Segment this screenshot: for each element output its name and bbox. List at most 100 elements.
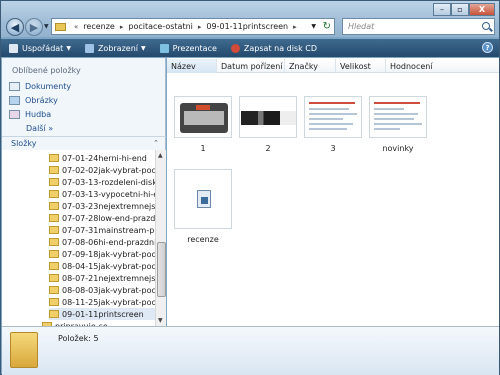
- search-input[interactable]: Hledat: [342, 18, 495, 35]
- keyboard-image: [180, 103, 228, 133]
- folder-item[interactable]: 07-03-13-rozdeleni-disk: [49, 176, 155, 188]
- folder-item[interactable]: 07-03-13-vypocetni-hi-e: [49, 188, 155, 200]
- favorite-documents[interactable]: Dokumenty: [9, 82, 71, 91]
- breadcrumb-item-recenze[interactable]: recenze: [83, 22, 115, 31]
- music-icon: [9, 110, 20, 119]
- slideshow-button[interactable]: Prezentace: [159, 43, 217, 53]
- folder-label: 08-08-03jak-vybrat-poc: [62, 285, 155, 295]
- folder-item[interactable]: 07-08-06hi-end-prazdni: [49, 236, 155, 248]
- folders-title: Složky: [11, 139, 37, 148]
- folder-item-selected[interactable]: 09-01-11printscreen: [49, 308, 155, 320]
- folder-label: 08-11-25jak-vybrat-poc: [62, 297, 155, 307]
- folders-header[interactable]: Složky ⌃: [2, 136, 166, 150]
- address-bar[interactable]: « recenze ▸ pocitace-ostatni ▸ 09-01-11p…: [51, 18, 335, 35]
- thumbnail-line: [309, 113, 357, 115]
- thumbnail-line: [309, 123, 353, 125]
- folder-item[interactable]: 07-07-31mainstream-pr: [49, 224, 155, 236]
- file-item[interactable]: recenze: [172, 169, 234, 244]
- folder-tree-scrollbar[interactable]: ▲ ▼: [155, 150, 166, 326]
- folder-label: 07-07-31mainstream-pr: [62, 225, 155, 235]
- scrollbar-thumb[interactable]: [157, 242, 166, 297]
- slideshow-label: Prezentace: [172, 43, 217, 53]
- folder-item[interactable]: 08-07-21nejextremnejsi-: [49, 272, 155, 284]
- organize-icon: [9, 43, 18, 53]
- column-header-tags[interactable]: Značky: [285, 59, 336, 73]
- burn-label: Zapsat na disk CD: [243, 43, 318, 53]
- toolbar: Uspořádat ▼ Zobrazení ▼ Prezentace Zapsa…: [1, 39, 499, 57]
- column-header-date[interactable]: Datum pořízení: [217, 59, 285, 73]
- favorites-more-link[interactable]: Další »: [26, 124, 53, 133]
- column-header-size[interactable]: Velikost: [336, 59, 386, 73]
- folder-icon: [49, 298, 59, 306]
- folder-item[interactable]: 08-11-25jak-vybrat-poc: [49, 296, 155, 308]
- file-label: novinky: [382, 144, 414, 153]
- thumbnail-line: [374, 113, 418, 115]
- file-item[interactable]: novinky: [367, 96, 429, 153]
- folder-label: 07-03-13-vypocetni-hi-e: [62, 189, 155, 199]
- item-count: Položek: 5: [58, 334, 99, 343]
- file-label: 1: [200, 144, 206, 153]
- organize-button[interactable]: Uspořádat ▼: [9, 43, 71, 53]
- folder-item[interactable]: 07-02-02jak-vybrat-poc: [49, 164, 155, 176]
- file-item[interactable]: 2: [237, 96, 299, 153]
- scroll-up-icon[interactable]: ▲: [158, 152, 163, 159]
- breadcrumb-item-current[interactable]: 09-01-11printscreen: [206, 22, 288, 31]
- close-button[interactable]: X: [469, 3, 495, 16]
- breadcrumb-separator-icon[interactable]: ▸: [293, 23, 297, 31]
- thumbnail-line: [309, 102, 355, 104]
- address-dropdown-icon[interactable]: ▼: [311, 23, 316, 30]
- breadcrumb-item-pocitace-ostatni[interactable]: pocitace-ostatni: [128, 22, 193, 31]
- file-item[interactable]: 1: [172, 96, 234, 153]
- folder-icon: [10, 332, 38, 368]
- folder-label: 07-02-02jak-vybrat-poc: [62, 165, 155, 175]
- breadcrumb: « recenze ▸ pocitace-ostatni ▸ 09-01-11p…: [69, 22, 302, 31]
- navigation-pane: Oblíbené položky Dokumenty Obrázky Hudba…: [2, 58, 166, 326]
- back-button[interactable]: ◀: [6, 18, 24, 36]
- column-header-rating[interactable]: Hodnocení: [386, 59, 499, 73]
- folder-icon: [49, 310, 59, 318]
- favorite-pictures[interactable]: Obrázky: [9, 96, 58, 105]
- file-list-pane: Název Datum pořízení Značky Velikost Hod…: [167, 58, 499, 326]
- folder-item[interactable]: 07-07-28low-end-prazd: [49, 212, 155, 224]
- folder-item[interactable]: 08-04-15jak-vybrat-poc: [49, 260, 155, 272]
- folder-icon: [55, 22, 66, 31]
- folder-tree: 07-01-24herni-hi-end 07-02-02jak-vybrat-…: [2, 150, 155, 326]
- folder-icon: [49, 250, 59, 258]
- column-header-name[interactable]: Název: [167, 59, 217, 73]
- slideshow-icon: [159, 43, 169, 53]
- views-icon: [84, 43, 94, 53]
- file-thumbnail: [239, 96, 297, 138]
- thumbnail-line: [309, 118, 343, 120]
- scroll-down-icon[interactable]: ▼: [158, 317, 163, 324]
- title-bar: – ▫ X ◀ ▶ ▼ « recenze ▸ pocitace-ostatni…: [1, 1, 499, 37]
- refresh-icon[interactable]: ↻: [323, 21, 331, 32]
- file-thumbnail: [174, 96, 232, 138]
- minimize-button[interactable]: –: [433, 3, 451, 16]
- favorite-label: Obrázky: [25, 96, 58, 105]
- organize-label: Uspořádat: [22, 43, 64, 53]
- views-button[interactable]: Zobrazení ▼: [84, 43, 146, 53]
- file-item[interactable]: 3: [302, 96, 364, 153]
- favorite-label: Hudba: [25, 110, 52, 119]
- file-label: 2: [265, 144, 271, 153]
- favorite-label: Dokumenty: [25, 82, 72, 91]
- folder-icon: [49, 154, 59, 162]
- thumbnail-line: [374, 102, 420, 104]
- folder-item[interactable]: 08-08-03jak-vybrat-poc: [49, 284, 155, 296]
- screenshot-image: [241, 111, 296, 125]
- breadcrumb-separator-icon[interactable]: ▸: [120, 23, 124, 31]
- thumbnail-line: [374, 118, 414, 120]
- search-icon[interactable]: [482, 22, 490, 30]
- recent-pages-dropdown-icon[interactable]: ▼: [44, 23, 49, 30]
- documents-icon: [9, 82, 20, 91]
- thumbnail-line: [309, 108, 349, 110]
- maximize-button[interactable]: ▫: [451, 3, 469, 16]
- help-icon[interactable]: ?: [482, 42, 493, 53]
- folder-item[interactable]: 07-01-24herni-hi-end: [49, 152, 155, 164]
- favorite-music[interactable]: Hudba: [9, 110, 51, 119]
- burn-button[interactable]: Zapsat na disk CD: [230, 43, 318, 53]
- folder-item[interactable]: 07-09-18jak-vybrat-poc: [49, 248, 155, 260]
- forward-button[interactable]: ▶: [25, 18, 43, 36]
- folder-item[interactable]: 07-03-23nejextremnejsi-: [49, 200, 155, 212]
- breadcrumb-separator-icon[interactable]: ▸: [198, 23, 202, 31]
